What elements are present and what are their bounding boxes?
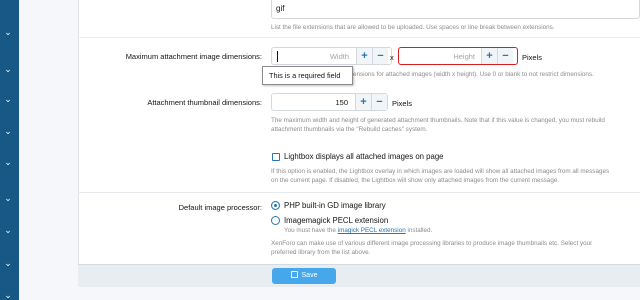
text-caret <box>277 51 278 62</box>
gd-radio[interactable] <box>271 201 280 210</box>
thumbnail-hint-1: The maximum width and height of generate… <box>271 117 605 124</box>
height-placeholder: Height <box>453 52 475 61</box>
imagick-extension-link[interactable]: imagick PECL extension <box>338 227 406 234</box>
image-processor-label: Default image processor: <box>178 203 262 212</box>
height-decrease-button[interactable]: − <box>497 48 513 64</box>
thumbnail-increase-button[interactable]: + <box>355 94 371 110</box>
chevron-down-icon[interactable]: ⌄ <box>2 157 14 167</box>
lightbox-hint-1: If this option is enabled, the Lightbox … <box>271 168 610 175</box>
max-dimensions-label: Maximum attachment image dimensions: <box>125 52 262 61</box>
extensions-hint: List the file extensions that are allowe… <box>271 24 555 31</box>
allowed-extensions-textarea[interactable] <box>271 0 640 19</box>
width-decrease-button[interactable]: − <box>372 48 388 64</box>
max-dimensions-hint: ensions for attached images (width x hei… <box>353 71 594 78</box>
width-placeholder: Width <box>329 52 349 61</box>
save-button-label: Save <box>301 272 318 279</box>
imagick-hint-post: installed. <box>407 227 433 234</box>
row-divider <box>78 37 640 38</box>
required-field-tooltip: This is a required field <box>262 66 353 85</box>
chevron-down-icon[interactable]: ⌄ <box>2 126 14 136</box>
max-dimensions-unit: Pixels <box>522 53 543 62</box>
lightbox-label[interactable]: Lightbox displays all attached images on… <box>284 152 444 161</box>
page-bottom <box>19 287 640 300</box>
thumbnail-dimensions-label: Attachment thumbnail dimensions: <box>147 98 262 107</box>
chevron-down-icon[interactable]: ⌄ <box>2 225 14 235</box>
chevron-down-icon[interactable]: ⌄ <box>2 290 14 300</box>
extension-line: gif <box>276 4 285 13</box>
chevron-down-icon[interactable]: ⌄ <box>2 64 14 74</box>
width-increase-button[interactable]: + <box>356 48 372 64</box>
chevron-down-icon[interactable]: ⌄ <box>2 94 14 104</box>
max-width-input[interactable]: Width + − <box>271 47 392 65</box>
form-submit-row <box>78 264 640 287</box>
imagick-option-label[interactable]: Imagemagick PECL extension <box>284 216 388 225</box>
height-increase-button[interactable]: + <box>481 48 497 64</box>
image-processor-hint-1: XenForo can make use of various differen… <box>271 240 593 247</box>
chevron-down-icon[interactable]: ⌄ <box>2 193 14 203</box>
admin-sidebar: ⌄ ⌄ ⌄ ⌄ ⌄ ⌄ ⌄ ⌄ ⌄ <box>0 0 19 300</box>
thumbnail-hint-2: attachment thumbnails via the "Rebuild c… <box>271 126 428 133</box>
thumbnail-decrease-button[interactable]: − <box>371 94 387 110</box>
imagick-hint: You must have the imagick PECL extension… <box>284 227 432 234</box>
dimension-separator: x <box>390 53 394 62</box>
thumbnail-unit: Pixels <box>392 99 413 108</box>
max-height-input[interactable]: Height + − <box>398 47 518 65</box>
row-divider <box>78 192 640 193</box>
chevron-down-icon[interactable]: ⌄ <box>2 27 14 37</box>
image-processor-hint-2: preferred library from the list above. <box>271 249 371 256</box>
thumbnail-value: 150 <box>335 98 348 107</box>
lightbox-checkbox[interactable] <box>272 153 280 161</box>
imagick-hint-pre: You must have the <box>284 227 336 234</box>
chevron-down-icon[interactable]: ⌄ <box>2 258 14 268</box>
thumbnail-dimensions-input[interactable]: 150 + − <box>271 93 388 111</box>
imagick-radio[interactable] <box>271 216 280 225</box>
lightbox-hint-2: on the current page. If disabled, the Li… <box>271 177 560 184</box>
gd-option-label[interactable]: PHP built-in GD image library <box>284 201 386 210</box>
save-button[interactable]: Save <box>272 268 336 284</box>
save-icon <box>290 271 298 278</box>
